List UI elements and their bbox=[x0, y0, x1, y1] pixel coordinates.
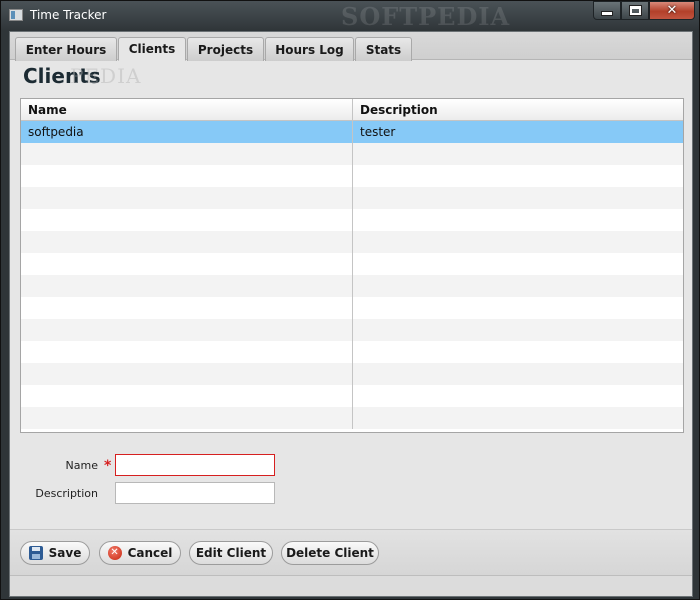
status-bar bbox=[10, 575, 692, 596]
description-field[interactable] bbox=[115, 482, 275, 504]
table-body: softpedia tester bbox=[21, 121, 683, 429]
cancel-circle-icon: ✕ bbox=[107, 546, 122, 560]
cell-description bbox=[353, 297, 683, 319]
cell-description bbox=[353, 143, 683, 165]
cancel-button[interactable]: ✕ Cancel bbox=[99, 541, 181, 565]
cell-name bbox=[21, 341, 353, 363]
cell-description bbox=[353, 253, 683, 275]
tab-projects[interactable]: Projects bbox=[187, 37, 264, 61]
column-header-description[interactable]: Description bbox=[353, 99, 683, 120]
cell-description bbox=[353, 319, 683, 341]
window-controls: ✕ bbox=[593, 1, 695, 20]
table-row[interactable] bbox=[21, 385, 683, 407]
cell-description bbox=[353, 385, 683, 407]
cell-description bbox=[353, 231, 683, 253]
name-field[interactable] bbox=[115, 454, 275, 476]
table-row[interactable] bbox=[21, 275, 683, 297]
app-window: Time Tracker SOFTPEDIA ✕ Enter Hours Cli… bbox=[0, 0, 700, 600]
table-row[interactable] bbox=[21, 319, 683, 341]
table-row[interactable] bbox=[21, 341, 683, 363]
edit-client-button[interactable]: Edit Client bbox=[189, 541, 273, 565]
close-icon: ✕ bbox=[666, 3, 678, 18]
tab-clients[interactable]: Clients bbox=[118, 37, 186, 61]
cell-name bbox=[21, 143, 353, 165]
required-indicator: * bbox=[104, 458, 112, 474]
table-row[interactable] bbox=[21, 231, 683, 253]
save-button[interactable]: Save bbox=[20, 541, 90, 565]
maximize-button[interactable] bbox=[621, 1, 649, 20]
cell-name bbox=[21, 407, 353, 429]
minimize-icon bbox=[602, 12, 612, 15]
table-header: Name Description bbox=[21, 99, 683, 121]
cancel-button-label: Cancel bbox=[127, 546, 173, 560]
cell-name bbox=[21, 319, 353, 341]
close-button[interactable]: ✕ bbox=[649, 1, 695, 20]
cell-description bbox=[353, 209, 683, 231]
watermark-logo: SOFTPEDIA bbox=[341, 2, 511, 31]
window-title: Time Tracker bbox=[30, 8, 107, 22]
cell-name bbox=[21, 209, 353, 231]
cell-description bbox=[353, 275, 683, 297]
cell-name bbox=[21, 385, 353, 407]
tab-bar: Enter Hours Clients Projects Hours Log S… bbox=[10, 32, 692, 61]
name-label: Name bbox=[65, 459, 98, 472]
table-row[interactable] bbox=[21, 253, 683, 275]
app-icon bbox=[9, 9, 23, 21]
cell-name bbox=[21, 275, 353, 297]
table-row[interactable] bbox=[21, 209, 683, 231]
table-row[interactable] bbox=[21, 165, 683, 187]
tab-stats[interactable]: Stats bbox=[355, 37, 412, 61]
maximize-icon bbox=[629, 6, 641, 15]
cell-description bbox=[353, 187, 683, 209]
title-bar[interactable]: Time Tracker SOFTPEDIA ✕ bbox=[1, 1, 700, 31]
cell-name: softpedia bbox=[21, 121, 353, 143]
cell-description bbox=[353, 363, 683, 385]
cell-name bbox=[21, 253, 353, 275]
cell-name bbox=[21, 231, 353, 253]
minimize-button[interactable] bbox=[593, 1, 621, 20]
table-row[interactable] bbox=[21, 187, 683, 209]
description-label: Description bbox=[35, 487, 98, 500]
table-row[interactable] bbox=[21, 297, 683, 319]
cell-name bbox=[21, 165, 353, 187]
floppy-disk-icon bbox=[28, 546, 43, 560]
cell-name bbox=[21, 363, 353, 385]
table-row[interactable] bbox=[21, 143, 683, 165]
title-watermark: PEDIA bbox=[70, 64, 142, 88]
tab-hours-log[interactable]: Hours Log bbox=[265, 37, 354, 61]
cell-description bbox=[353, 407, 683, 429]
cell-name bbox=[21, 187, 353, 209]
cell-description bbox=[353, 165, 683, 187]
cell-description: tester bbox=[360, 125, 396, 139]
cell-name bbox=[21, 297, 353, 319]
client-area: Enter Hours Clients Projects Hours Log S… bbox=[9, 31, 693, 597]
table-row[interactable] bbox=[21, 407, 683, 429]
cell-description bbox=[353, 341, 683, 363]
clients-table[interactable]: Name Description softpedia tester bbox=[20, 98, 684, 433]
table-row[interactable] bbox=[21, 363, 683, 385]
tab-enter-hours[interactable]: Enter Hours bbox=[15, 37, 117, 61]
table-row[interactable]: softpedia tester bbox=[21, 121, 683, 143]
save-button-label: Save bbox=[48, 546, 82, 560]
delete-client-button[interactable]: Delete Client bbox=[281, 541, 379, 565]
column-header-name[interactable]: Name bbox=[21, 99, 353, 120]
